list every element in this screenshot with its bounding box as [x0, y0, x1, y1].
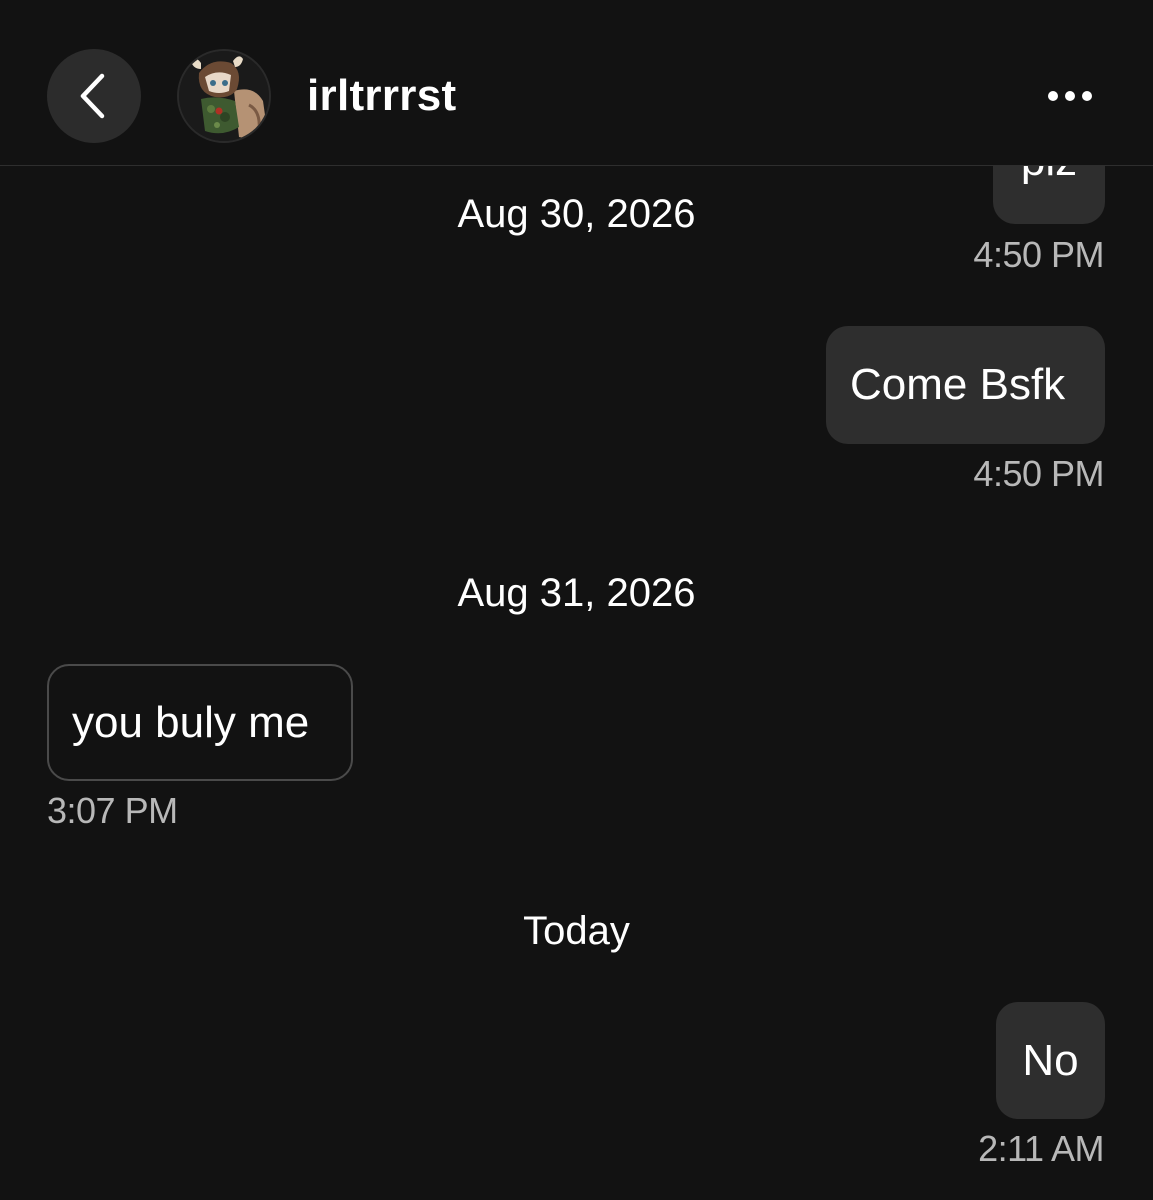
ellipsis-horizontal-icon — [1048, 91, 1092, 101]
date-separator: Today — [523, 909, 630, 953]
back-button[interactable] — [47, 49, 141, 143]
chat-header: irltrrrst — [0, 0, 1153, 166]
profile-picture — [179, 51, 269, 141]
message-text: No — [1022, 1036, 1079, 1085]
message-timestamp: 4:50 PM — [973, 234, 1104, 275]
message-timestamp: 3:07 PM — [47, 790, 178, 831]
outgoing-message-bubble[interactable]: No — [996, 1002, 1105, 1119]
contact-username[interactable]: irltrrrst — [307, 69, 456, 123]
avatar[interactable] — [177, 49, 271, 143]
message-timestamp: 4:50 PM — [973, 453, 1104, 494]
message-text: Come Bsfk — [850, 360, 1066, 409]
date-separator: Aug 31, 2026 — [457, 571, 696, 615]
message-text: plz — [1021, 166, 1077, 185]
outgoing-message-bubble[interactable]: Come Bsfk — [826, 326, 1105, 444]
message-timestamp: 2:11 AM — [978, 1128, 1104, 1169]
chevron-left-icon — [80, 73, 105, 119]
more-options-button[interactable] — [1040, 78, 1100, 114]
message-text: you buly me — [72, 698, 310, 747]
incoming-message-bubble[interactable]: you buly me — [47, 664, 353, 781]
date-separator: Aug 30, 2026 — [457, 192, 696, 236]
message-list[interactable]: plz Aug 30, 2026 4:50 PM Come Bsfk 4:50 … — [0, 166, 1153, 1200]
